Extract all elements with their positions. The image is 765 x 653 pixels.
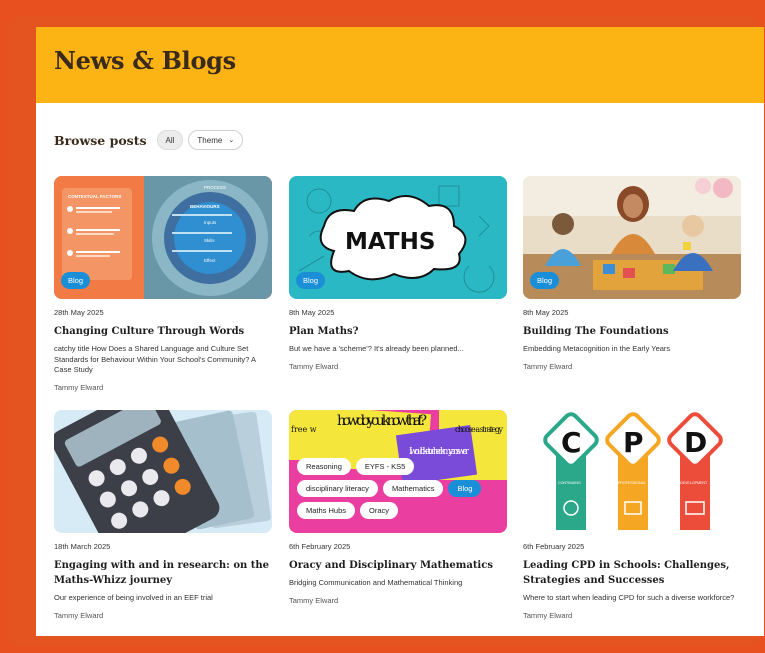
page-title: News & Blogs bbox=[54, 46, 236, 75]
post-author: Tammy Elward bbox=[523, 361, 573, 371]
post-description: catchy title How Does a Shared Language … bbox=[54, 344, 256, 374]
page-header: News & Blogs bbox=[36, 27, 764, 103]
post-date: 6th February 2025 bbox=[523, 542, 585, 551]
post-card[interactable]: 18th March 2025 Engaging with and in res… bbox=[54, 410, 272, 620]
post-thumbnail[interactable]: how do you know that? I would like to ch… bbox=[289, 410, 507, 533]
thumb-maths-word: MATHS bbox=[345, 229, 435, 255]
post-card[interactable]: MATHS Blog 8th May 2025 Plan Maths? But … bbox=[289, 176, 507, 371]
tag-eyfs-ks5[interactable]: EYFS - KS5 bbox=[355, 458, 415, 475]
thumb-bubble-free: free w bbox=[291, 425, 317, 434]
post-thumbnail[interactable] bbox=[54, 410, 272, 533]
calculator-image bbox=[54, 410, 272, 533]
thumb-inputs-label: Inputs bbox=[204, 220, 217, 225]
thumb-professional-label: PROFESSIONAL bbox=[618, 481, 646, 485]
thumb-contextual-label: CONTEXTUAL FACTORS bbox=[68, 194, 121, 199]
thumb-behaviours-label: BEHAVIOURS bbox=[190, 204, 220, 209]
thumb-bubble-strategy: choose a strategy bbox=[455, 425, 503, 434]
post-thumbnail[interactable]: CONTEXTUAL FACTORS PROCESS BEHAVIOURS In… bbox=[54, 176, 272, 299]
post-date: 8th May 2025 bbox=[289, 308, 335, 317]
thumb-effect-label: Effect bbox=[204, 258, 216, 263]
thumb-letter-c: C bbox=[561, 426, 582, 459]
filter-all-button[interactable]: All bbox=[156, 130, 184, 150]
thumb-development-label: DEVELOPMENT bbox=[680, 481, 708, 485]
post-thumbnail[interactable]: Blog bbox=[523, 176, 741, 299]
post-description: Our experience of being involved in an E… bbox=[54, 593, 213, 602]
tag-list: Reasoning EYFS - KS5 disciplinary litera… bbox=[297, 458, 497, 519]
post-description: Where to start when leading CPD for such… bbox=[523, 593, 735, 602]
tag-oracy[interactable]: Oracy bbox=[360, 502, 399, 519]
post-author: Tammy Elward bbox=[54, 610, 104, 620]
thumb-bubble-how-do-you: how do you know that? bbox=[337, 413, 427, 429]
post-card[interactable]: C P D CONTINUING PROFESSIONAL DEVELOPMEN… bbox=[523, 410, 741, 620]
post-title[interactable]: Changing Culture Through Words bbox=[54, 324, 272, 339]
tag-mathematics[interactable]: Mathematics bbox=[382, 480, 444, 497]
post-date: 6th February 2025 bbox=[289, 542, 351, 551]
post-description: Bridging Communication and Mathematical … bbox=[289, 578, 463, 587]
post-thumbnail[interactable]: C P D CONTINUING PROFESSIONAL DEVELOPMEN… bbox=[523, 410, 741, 533]
browse-posts-label: Browse posts bbox=[54, 132, 147, 148]
theme-dropdown-label: Theme bbox=[197, 135, 223, 145]
blog-badge[interactable]: Blog bbox=[448, 480, 482, 497]
thumb-skills-label: Skills bbox=[204, 238, 215, 243]
thumb-process-label: PROCESS bbox=[204, 185, 226, 190]
post-author: Tammy Elward bbox=[289, 361, 339, 371]
post-title[interactable]: Building The Foundations bbox=[523, 324, 741, 339]
tag-maths-hubs[interactable]: Maths Hubs bbox=[297, 502, 356, 519]
post-author: Tammy Elward bbox=[289, 595, 339, 605]
post-title[interactable]: Engaging with and in research: on the Ma… bbox=[54, 558, 272, 588]
post-description: Embedding Metacognition in the Early Yea… bbox=[523, 344, 671, 353]
post-date: 18th March 2025 bbox=[54, 542, 111, 551]
post-date: 28th May 2025 bbox=[54, 308, 104, 317]
post-thumbnail[interactable]: MATHS Blog bbox=[289, 176, 507, 299]
news-panel: News & Blogs Browse posts All Theme ⌄ CON… bbox=[36, 27, 764, 636]
cpd-graphic: C P D CONTINUING PROFESSIONAL DEVELOPMEN… bbox=[523, 410, 741, 533]
blog-badge: Blog bbox=[296, 272, 326, 289]
thumb-letter-p: P bbox=[623, 426, 644, 459]
filter-all-label: All bbox=[165, 135, 175, 145]
post-title[interactable]: Oracy and Disciplinary Mathematics bbox=[289, 558, 507, 573]
post-card[interactable]: how do you know that? I would like to ch… bbox=[289, 410, 507, 605]
thumb-bubble-check-answer: I would like to check my answer bbox=[409, 447, 470, 457]
blog-badge: Blog bbox=[61, 272, 91, 289]
tag-disciplinary-literacy[interactable]: disciplinary literacy bbox=[297, 480, 378, 497]
theme-dropdown[interactable]: Theme ⌄ bbox=[188, 130, 244, 150]
tag-reasoning[interactable]: Reasoning bbox=[297, 458, 351, 475]
post-date: 8th May 2025 bbox=[523, 308, 569, 317]
post-author: Tammy Elward bbox=[54, 382, 104, 392]
chevron-down-icon: ⌄ bbox=[228, 137, 235, 144]
post-description: But we have a 'scheme'? It's already bee… bbox=[289, 344, 464, 353]
thumb-letter-d: D bbox=[684, 426, 707, 459]
post-title[interactable]: Plan Maths? bbox=[289, 324, 507, 339]
post-card[interactable]: Blog 8th May 2025 Building The Foundatio… bbox=[523, 176, 741, 371]
post-title[interactable]: Leading CPD in Schools: Challenges, Stra… bbox=[523, 558, 741, 588]
post-author: Tammy Elward bbox=[523, 610, 573, 620]
browse-filters: Browse posts All Theme ⌄ bbox=[54, 130, 248, 150]
blog-badge: Blog bbox=[530, 272, 560, 289]
thumb-continuing-label: CONTINUING bbox=[558, 481, 581, 485]
post-card[interactable]: CONTEXTUAL FACTORS PROCESS BEHAVIOURS In… bbox=[54, 176, 272, 392]
